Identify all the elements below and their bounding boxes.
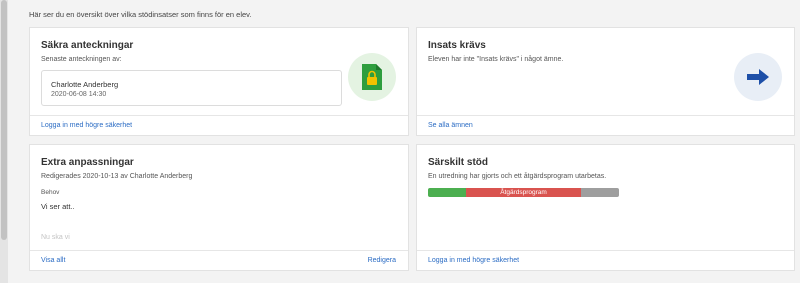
secure-notes-card: Säkra anteckningar Senaste anteckningen … [29, 27, 409, 136]
action-required-title: Insats krävs [428, 40, 486, 51]
login-higher-security-link-2[interactable]: Logga in med högre säkerhet [428, 257, 519, 264]
secure-notes-subtitle: Senaste anteckningen av: [41, 56, 122, 63]
support-progress-bar: Åtgärdsprogram [428, 188, 619, 197]
note-timestamp: 2020-06-08 14:30 [51, 91, 107, 98]
arrow-icon-circle[interactable] [734, 53, 782, 101]
progress-segment-remaining [581, 188, 619, 197]
note-author: Charlotte Anderberg [51, 80, 119, 89]
view-all-link[interactable]: Visa allt [41, 257, 65, 264]
secure-document-icon-circle [348, 53, 396, 101]
extra-adjustments-card: Extra anpassningar Redigerades 2020-10-1… [29, 144, 409, 271]
special-support-title: Särskilt stöd [428, 157, 489, 168]
secure-notes-footer: Logga in med högre säkerhet [30, 115, 408, 135]
special-support-footer: Logga in med högre säkerhet [417, 250, 794, 270]
extra-adjustments-subtitle: Redigerades 2020-10-13 av Charlotte Ande… [41, 173, 193, 180]
scrollbar-thumb[interactable] [1, 0, 7, 240]
scrollbar[interactable] [0, 0, 8, 283]
need-text: Vi ser att.. [41, 202, 75, 211]
faded-text: Nu ska vi [41, 234, 70, 241]
extra-adjustments-title: Extra anpassningar [41, 157, 134, 168]
progress-segment-done [428, 188, 466, 197]
lock-document-icon [362, 64, 382, 90]
see-all-subjects-link[interactable]: Se alla ämnen [428, 122, 473, 129]
login-higher-security-link[interactable]: Logga in med högre säkerhet [41, 122, 132, 129]
edit-link[interactable]: Redigera [368, 257, 396, 264]
extra-adjustments-footer: Visa allt Redigera [30, 250, 408, 270]
need-label: Behov [41, 189, 60, 196]
progress-segment-current: Åtgärdsprogram [466, 188, 581, 197]
page-intro: Här ser du en översikt över vilka stödin… [29, 10, 252, 19]
arrow-right-icon [747, 69, 769, 85]
action-required-card: Insats krävs Eleven har inte "Insats krä… [416, 27, 795, 136]
action-required-description: Eleven har inte "Insats krävs" i något ä… [428, 56, 564, 63]
special-support-card: Särskilt stöd En utredning har gjorts oc… [416, 144, 795, 271]
action-required-footer: Se alla ämnen [417, 115, 794, 135]
latest-note-box[interactable]: Charlotte Anderberg 2020-06-08 14:30 [41, 70, 342, 106]
special-support-description: En utredning har gjorts och ett åtgärdsp… [428, 173, 607, 180]
secure-notes-title: Säkra anteckningar [41, 40, 134, 51]
